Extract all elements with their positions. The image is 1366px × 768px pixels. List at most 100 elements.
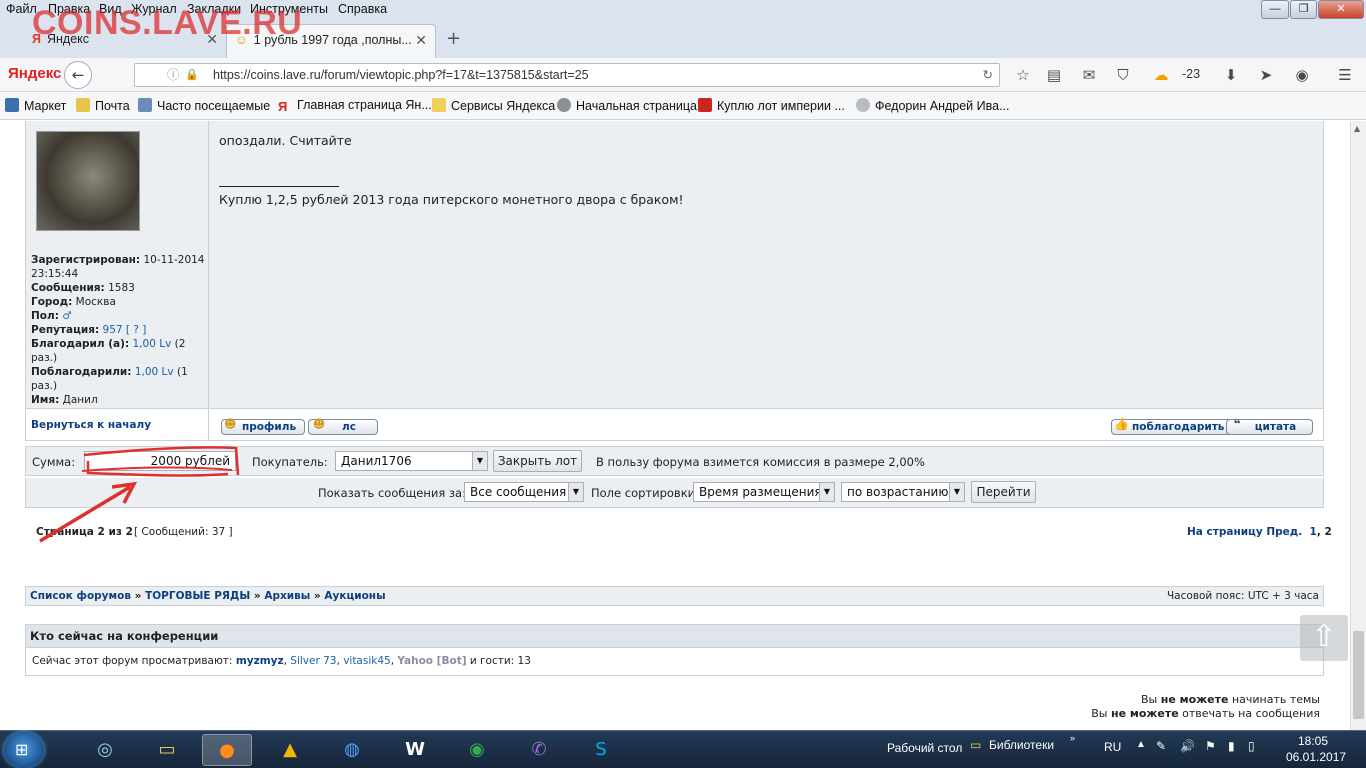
desktop-toolbar-label[interactable]: Рабочий стол — [887, 741, 962, 755]
menu-history[interactable]: Журнал — [131, 2, 177, 16]
prev-page-link[interactable]: На страницу Пред. — [1187, 526, 1302, 538]
scroll-to-top-arrow-icon[interactable]: ⇧ — [1300, 615, 1348, 661]
breadcrumb-auctions[interactable]: Аукционы — [324, 590, 385, 602]
menu-view[interactable]: Вид — [99, 2, 122, 16]
profile-button[interactable]: ☻ профиль — [221, 417, 306, 435]
address-bar[interactable]: ⓘ 🔒 https://coins.lave.ru/forum/viewtopi… — [134, 63, 1000, 87]
bookmark-frequent[interactable]: Часто посещаемые — [138, 98, 270, 113]
post: Зарегистрирован: 10-11-2014 23:15:44 Соо… — [25, 121, 1324, 409]
yandex-icon: Я — [278, 99, 288, 114]
current-page: 2 — [1324, 526, 1332, 538]
weather-icon[interactable]: ☁ — [1152, 66, 1170, 84]
bookmark-start-page[interactable]: Начальная страница — [557, 98, 697, 113]
sum-input[interactable]: 2000 рублей — [84, 451, 236, 471]
sum-label: Сумма: — [32, 455, 76, 469]
sort-field-select[interactable]: Время размещения ▼ — [693, 482, 835, 502]
breadcrumb-forum-list[interactable]: Список форумов — [30, 590, 131, 602]
network-icon[interactable]: ▮ — [1228, 739, 1235, 753]
teamviewer-icon[interactable]: ◎ — [80, 734, 130, 766]
mail-icon[interactable]: ✉ — [1080, 66, 1098, 84]
go-button[interactable]: Перейти — [971, 481, 1036, 503]
chrome-icon[interactable]: ◉ — [452, 734, 502, 766]
aimp-icon[interactable]: ▲ — [265, 734, 315, 766]
menu-tools[interactable]: Инструменты — [250, 2, 328, 16]
download-icon[interactable]: ⬇ — [1222, 66, 1240, 84]
menu-bookmarks[interactable]: Закладки — [187, 2, 241, 16]
pen-icon[interactable]: ✎ — [1156, 739, 1166, 753]
menu-file[interactable]: Файл — [6, 2, 37, 16]
bookmark-yandex-main[interactable]: Я Главная страница Ян... — [278, 98, 432, 114]
minimize-button[interactable]: — — [1261, 0, 1289, 19]
avatar — [36, 131, 140, 231]
info-icon[interactable]: ⓘ — [167, 64, 180, 86]
file-explorer-icon[interactable]: ▭ — [142, 734, 192, 766]
reputation-help-link[interactable]: [ ? ] — [126, 324, 146, 336]
star-icon[interactable]: ☆ — [1014, 66, 1032, 84]
quote-button[interactable]: ❝ цитата — [1226, 417, 1313, 435]
w-app-icon[interactable]: W — [390, 734, 440, 766]
user-link-myzmyz[interactable]: myzmyz — [236, 655, 284, 667]
maximize-button[interactable]: ❐ — [1290, 0, 1317, 19]
scrollbar-thumb[interactable] — [1353, 631, 1364, 719]
post-actions: Вернуться к началу ☻ профиль ☻ лс 👍 поблаго… — [25, 409, 1324, 441]
pm-button[interactable]: ☻ лс — [308, 417, 378, 435]
tray-expand-icon[interactable]: ▲ — [1136, 739, 1146, 750]
tab-yandex[interactable]: Я Яндекс ✕ — [24, 24, 226, 58]
pocket-icon[interactable]: ⛉ — [1114, 66, 1132, 84]
user-link-vitasik45[interactable]: vitasik45 — [343, 655, 391, 667]
firefox-icon[interactable]: ● — [202, 734, 252, 766]
libraries-label[interactable]: Библиотеки — [989, 738, 1054, 752]
bookmark-buy-lot[interactable]: Куплю лот империи ... — [698, 98, 845, 113]
scroll-up-icon[interactable]: ▲ — [1354, 124, 1360, 133]
reputation-link[interactable]: 957 — [103, 324, 123, 336]
close-lot-button[interactable]: Закрыть лот — [493, 450, 582, 472]
bookmark-mail[interactable]: Почта — [76, 98, 130, 113]
clock-date[interactable]: 06.01.2017 — [1286, 750, 1346, 764]
hamburger-menu-icon[interactable]: ☰ — [1336, 66, 1354, 84]
cart-icon — [5, 98, 19, 112]
start-button[interactable]: ⊞ — [4, 732, 44, 768]
language-indicator[interactable]: RU — [1104, 740, 1121, 754]
yandex-brand[interactable]: Яндекс — [8, 65, 61, 82]
breadcrumb-trade[interactable]: ТОРГОВЫЕ РЯДЫ — [145, 590, 250, 602]
viber-icon[interactable]: ✆ — [514, 734, 564, 766]
menu-bar: Файл Правка Вид Журнал Закладки Инструме… — [0, 0, 1366, 20]
buyer-select[interactable]: Данил1706 ▼ — [335, 451, 488, 471]
thumbs-up-icon: 👍 — [1114, 417, 1129, 431]
power-icon[interactable]: ▯ — [1248, 739, 1255, 753]
page-link-1[interactable]: 1 — [1310, 526, 1317, 538]
reload-icon[interactable]: ↻ — [983, 64, 993, 86]
page-scrollbar[interactable]: ▲ — [1350, 121, 1366, 730]
pagination-nav: На страницу Пред. 1, 2 — [1187, 526, 1332, 538]
sort-order-select[interactable]: по возрастанию ▼ — [841, 482, 965, 502]
tab-coins-forum[interactable]: ☺ 1 рубль 1997 года ,полны... ✕ — [226, 24, 436, 58]
user-link-yahoo-bot[interactable]: Yahoo [Bot] — [397, 655, 466, 667]
bookmark-fedorin[interactable]: Федорин Андрей Ива... — [856, 98, 1010, 113]
close-button[interactable]: ✕ — [1318, 0, 1364, 19]
expand-toolbar-icon[interactable]: » — [1070, 733, 1075, 743]
back-arrow-icon[interactable]: ← — [64, 61, 92, 89]
windows-taskbar: ⊞ ◎ ▭ ● ▲ ◍ W ◉ ✆ S Рабочий стол ▭ Библи… — [0, 730, 1366, 768]
send-icon[interactable]: ➤ — [1257, 66, 1275, 84]
skype-icon[interactable]: S — [576, 734, 626, 766]
bookmark-yandex-services[interactable]: Сервисы Яндекса — [432, 98, 555, 113]
close-icon[interactable]: ✕ — [415, 25, 427, 55]
close-icon[interactable]: ✕ — [206, 24, 218, 54]
clock-time[interactable]: 18:05 — [1298, 734, 1328, 748]
thank-button[interactable]: 👍 поблагодарить — [1111, 417, 1234, 435]
flag-icon[interactable]: ⚑ — [1205, 739, 1216, 753]
lot-close-form: Сумма: 2000 рублей Покупатель: Данил1706… — [25, 446, 1324, 476]
menu-help[interactable]: Справка — [338, 2, 387, 16]
messages-count: [ Сообщений: 37 ] — [134, 526, 233, 538]
show-messages-select[interactable]: Все сообщения ▼ — [464, 482, 584, 502]
menu-edit[interactable]: Правка — [48, 2, 90, 16]
user-link-silver73[interactable]: Silver 73 — [290, 655, 336, 667]
reading-list-icon[interactable]: ▤ — [1045, 66, 1063, 84]
new-tab-icon[interactable]: + — [446, 28, 461, 49]
volume-icon[interactable]: 🔊 — [1180, 739, 1195, 753]
globe-icon[interactable]: ◍ — [327, 734, 377, 766]
sync-icon[interactable]: ◉ — [1293, 66, 1311, 84]
back-to-top-link[interactable]: Вернуться к началу — [31, 419, 151, 431]
breadcrumb-archives[interactable]: Архивы — [264, 590, 310, 602]
bookmark-market[interactable]: Маркет — [5, 98, 66, 113]
